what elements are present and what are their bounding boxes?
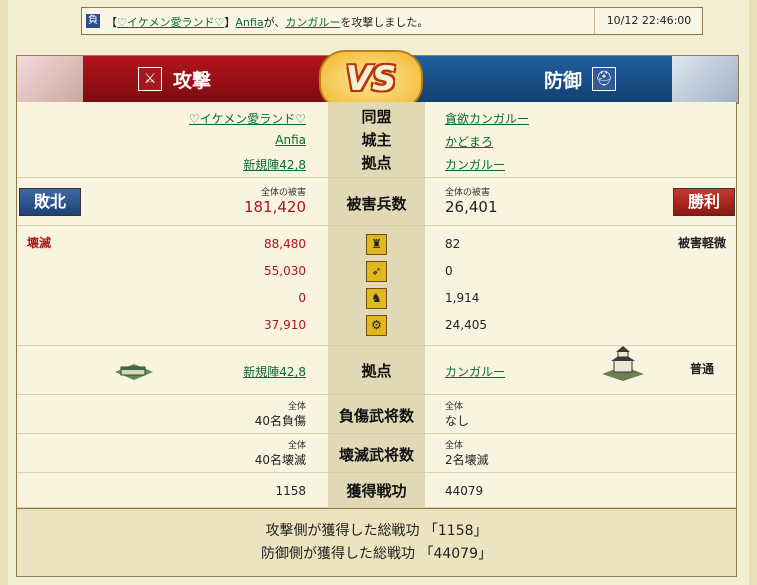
injured-atk-sub: 全体 xyxy=(287,402,306,412)
defense-label: 防御 xyxy=(544,70,583,92)
def-base-link[interactable]: カンガルー xyxy=(445,156,505,173)
helmet-icon: ⛑ xyxy=(592,67,616,91)
injured-label: 負傷武将数 xyxy=(338,407,414,425)
def-total-label: 全体の被害 xyxy=(445,188,491,198)
injured-section: 全体 40名負傷 負傷武将数 全体 なし xyxy=(17,395,736,434)
damage-section: 敗北 全体の被害 181,420 被害兵数 全体の被害 26,401 勝利 xyxy=(17,178,736,226)
notice-target-link[interactable]: カンガルー xyxy=(285,16,340,29)
spear-icon: ♜ xyxy=(366,234,387,255)
atk-total-damage: 181,420 xyxy=(243,198,306,216)
def-alliance-link[interactable]: 貪欲カンガルー xyxy=(445,110,529,127)
base-section: 新規陣42,8 拠点 カンガルー 普通 xyxy=(17,346,736,395)
horse-icon: ♞ xyxy=(366,288,387,309)
notice-timestamp: 10/12 22:46:00 xyxy=(594,8,703,34)
def-bow-count: 0 xyxy=(445,264,453,278)
def-base-link-2[interactable]: カンガルー xyxy=(445,363,505,380)
alliance-label: 同盟 xyxy=(361,108,392,126)
vs-emblem: VS xyxy=(319,50,423,110)
notice-alliance-link[interactable]: ♡イケメン愛ランド♡ xyxy=(117,16,224,29)
attacker-portrait xyxy=(17,56,83,103)
atk-merit-summary: 攻撃側が獲得した総戦功 「1158」 xyxy=(265,523,488,539)
defense-banner: 防御 ⛑ xyxy=(408,56,738,103)
def-merit-summary: 防御側が獲得した総戦功 「44079」 xyxy=(261,546,492,562)
camp-building-icon xyxy=(115,364,153,380)
notice-tail: を攻撃しました。 xyxy=(340,16,429,29)
battle-report-table: ♡イケメン愛ランド♡ 同盟 貪欲カンガルー Anfia 城主 かどまろ 新規陣4… xyxy=(16,102,737,577)
info-section: ♡イケメン愛ランド♡ 同盟 貪欲カンガルー Anfia 城主 かどまろ 新規陣4… xyxy=(17,102,736,178)
def-total-damage: 26,401 xyxy=(445,198,498,216)
notice-bracket: 】 xyxy=(224,16,236,29)
atk-base-link[interactable]: 新規陣42,8 xyxy=(243,156,306,173)
def-spear-count: 82 xyxy=(445,237,461,251)
atk-base-link-2[interactable]: 新規陣42,8 xyxy=(243,363,306,380)
def-lord-link[interactable]: かどまろ xyxy=(445,133,493,150)
units-section: 壊滅 被害軽微 88,480 ♜ 82 55,030 ➶ 0 0 ♞ 1,914… xyxy=(17,226,736,346)
base-label-2: 拠点 xyxy=(361,362,392,380)
notice-prefix: 【 xyxy=(106,16,117,29)
atk-merit: 1158 xyxy=(275,484,306,498)
atk-total-label: 全体の被害 xyxy=(260,188,306,198)
injured-def: なし xyxy=(445,414,470,428)
destroyed-atk: 40名壊滅 xyxy=(254,453,306,467)
destroyed-atk-sub: 全体 xyxy=(287,441,306,451)
merit-label: 獲得戦功 xyxy=(346,482,407,500)
def-base-state: 普通 xyxy=(690,362,715,376)
def-siege-count: 24,405 xyxy=(445,318,487,332)
atk-horse-count: 0 xyxy=(298,291,306,305)
atk-alliance-link[interactable]: ♡イケメン愛ランド♡ xyxy=(189,110,306,127)
notice-attacker-link[interactable]: Anfia xyxy=(235,16,263,29)
base-label: 拠点 xyxy=(361,154,392,172)
injured-atk: 40名負傷 xyxy=(254,414,306,428)
def-status: 被害軽微 xyxy=(677,236,726,250)
atk-bow-count: 55,030 xyxy=(264,264,306,278)
injured-def-sub: 全体 xyxy=(445,402,464,412)
destroyed-label: 壊滅武将数 xyxy=(338,446,414,464)
def-merit: 44079 xyxy=(445,484,484,498)
notice-mid: が、 xyxy=(263,16,286,29)
destroyed-section: 全体 40名壊滅 壊滅武将数 全体 2名壊滅 xyxy=(17,434,736,473)
lord-label: 城主 xyxy=(361,131,392,149)
atk-lord-link[interactable]: Anfia xyxy=(275,133,306,147)
attack-label: 攻撃 xyxy=(173,70,212,92)
victory-result: 勝利 xyxy=(673,188,735,216)
siege-icon: ⚙ xyxy=(366,315,387,336)
crossed-swords-icon: ⚔ xyxy=(138,67,162,91)
atk-spear-count: 88,480 xyxy=(264,237,306,251)
merit-summary: 攻撃側が獲得した総戦功 「1158」 防御側が獲得した総戦功 「44079」 xyxy=(16,508,737,577)
merit-section: 1158 獲得戦功 44079 xyxy=(17,473,736,508)
defeat-badge-icon: 負 xyxy=(86,14,100,28)
bow-icon: ➶ xyxy=(366,261,387,282)
def-horse-count: 1,914 xyxy=(445,291,480,305)
attack-banner: ⚔ 攻撃 xyxy=(17,56,347,103)
atk-status: 壊滅 xyxy=(27,236,52,250)
defender-portrait xyxy=(672,56,738,103)
destroyed-def-sub: 全体 xyxy=(445,441,464,451)
notice-message: 【♡イケメン愛ランド♡】Anfiaが、カンガルーを攻撃しました。 xyxy=(106,14,428,30)
atk-siege-count: 37,910 xyxy=(264,318,306,332)
defeat-result: 敗北 xyxy=(19,188,81,216)
damage-label: 被害兵数 xyxy=(346,195,407,213)
castle-icon xyxy=(602,346,644,381)
battle-notice: 負 【♡イケメン愛ランド♡】Anfiaが、カンガルーを攻撃しました。 10/12… xyxy=(81,7,703,35)
destroyed-def: 2名壊滅 xyxy=(445,453,489,467)
